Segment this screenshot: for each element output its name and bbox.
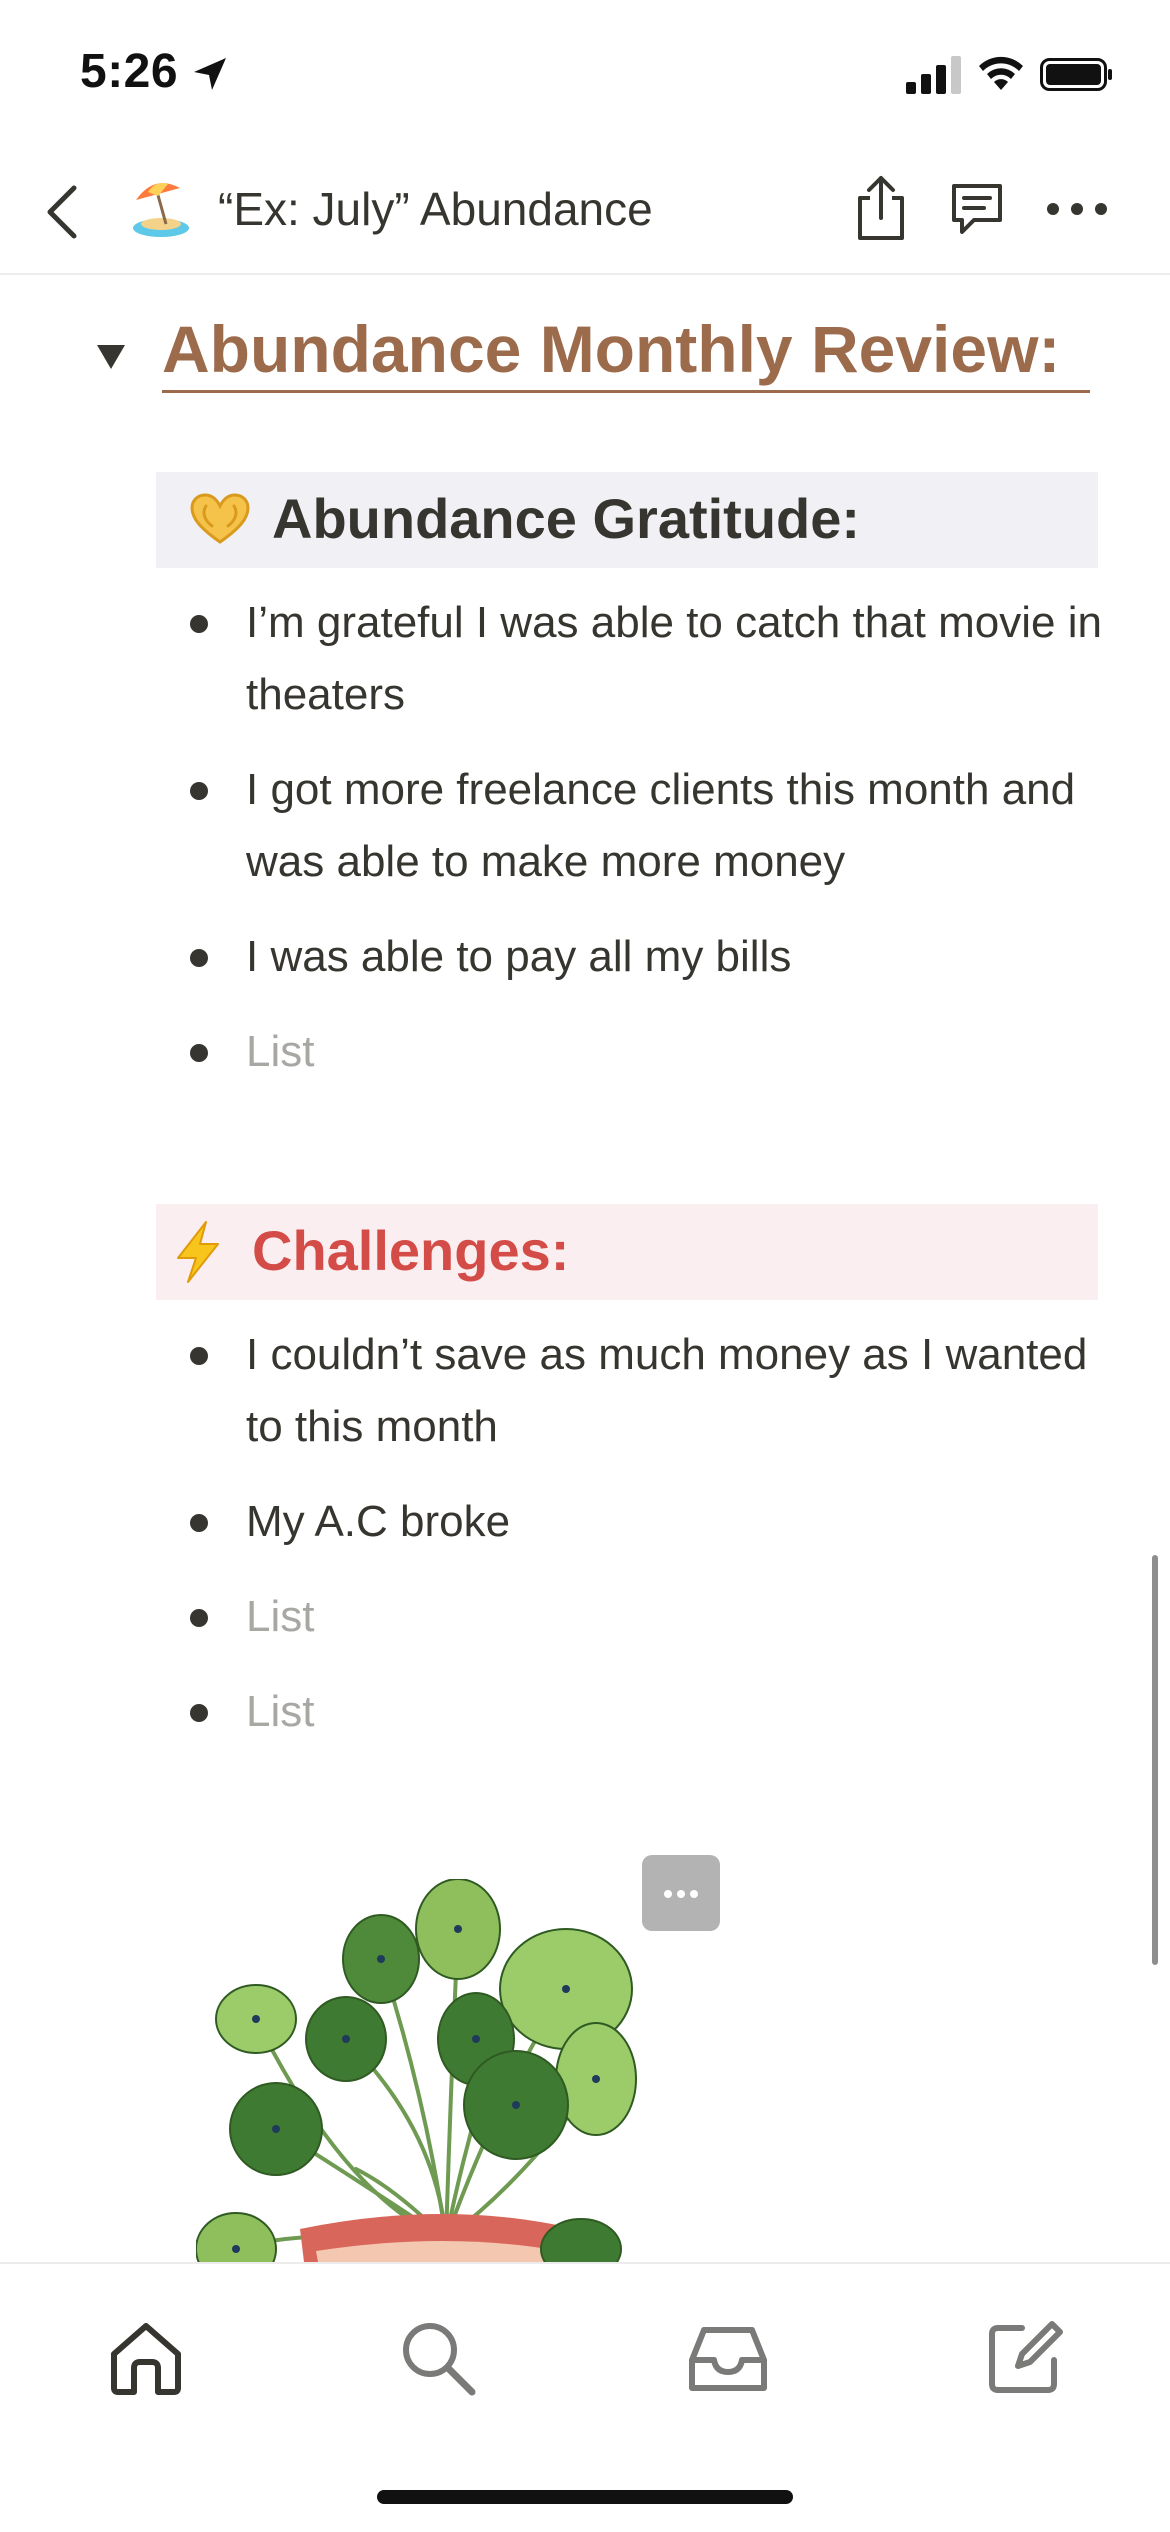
potted-plant-illustration[interactable] [196, 1879, 716, 2262]
search-icon[interactable] [396, 2316, 480, 2400]
toggle-heading[interactable]: Abundance Monthly Review: [162, 311, 1060, 387]
nav-bar: “Ex: July” Abundance [0, 150, 1170, 275]
home-indicator[interactable] [377, 2490, 793, 2504]
dot [677, 1890, 685, 1898]
status-bar: 5:26 [0, 0, 1170, 150]
beach-umbrella-emoji[interactable] [128, 174, 194, 240]
share-icon[interactable] [848, 172, 914, 244]
status-time: 5:26 [80, 45, 179, 98]
dot [690, 1890, 698, 1898]
toggle-arrow-icon[interactable] [94, 339, 128, 373]
back-icon[interactable] [30, 174, 106, 250]
list-item-text[interactable]: I couldn’t save as much money as I wante… [246, 1319, 1106, 1463]
new-page-icon[interactable] [982, 2316, 1066, 2400]
page-content[interactable]: Abundance Monthly Review: Abundance Grat… [0, 277, 1170, 2262]
bullet-dot [190, 1704, 208, 1722]
list-item-text[interactable]: I was able to pay all my bills [246, 921, 1106, 993]
inbox-icon[interactable] [686, 2316, 770, 2400]
heart-hands-emoji [190, 493, 250, 544]
dot [664, 1890, 672, 1898]
wifi-icon [979, 56, 1023, 90]
list-placeholder-text[interactable]: List [246, 1016, 1106, 1088]
home-icon[interactable] [104, 2316, 188, 2400]
challenges-title: Challenges: [252, 1219, 570, 1282]
battery-icon [1040, 58, 1112, 91]
signal-icon [906, 56, 961, 94]
lightning-emoji [177, 1221, 219, 1283]
list-item-text[interactable]: I’m grateful I was able to catch that mo… [246, 587, 1106, 731]
bullet-dot [190, 782, 208, 800]
challenges-callout[interactable]: Challenges: [156, 1204, 1098, 1300]
more-icon[interactable] [1042, 176, 1112, 242]
gratitude-callout[interactable]: Abundance Gratitude: [156, 472, 1098, 568]
block-options-button[interactable] [642, 1855, 720, 1931]
scrollbar-thumb[interactable] [1152, 1555, 1158, 1965]
list-placeholder-text[interactable]: List [246, 1676, 1106, 1748]
location-arrow-icon [194, 58, 226, 90]
bullet-dot [190, 1609, 208, 1627]
gratitude-title: Abundance Gratitude: [272, 487, 861, 550]
bullet-dot [190, 1347, 208, 1365]
list-item-text[interactable]: My A.C broke [246, 1486, 1106, 1558]
heading-underline [162, 390, 1090, 393]
comment-icon[interactable] [944, 176, 1010, 242]
bullet-dot [190, 949, 208, 967]
page-title[interactable]: “Ex: July” Abundance [218, 182, 653, 236]
list-item-text[interactable]: I got more freelance clients this month … [246, 754, 1106, 898]
list-placeholder-text[interactable]: List [246, 1581, 1106, 1653]
bullet-dot [190, 1514, 208, 1532]
bullet-dot [190, 1044, 208, 1062]
bullet-dot [190, 615, 208, 633]
